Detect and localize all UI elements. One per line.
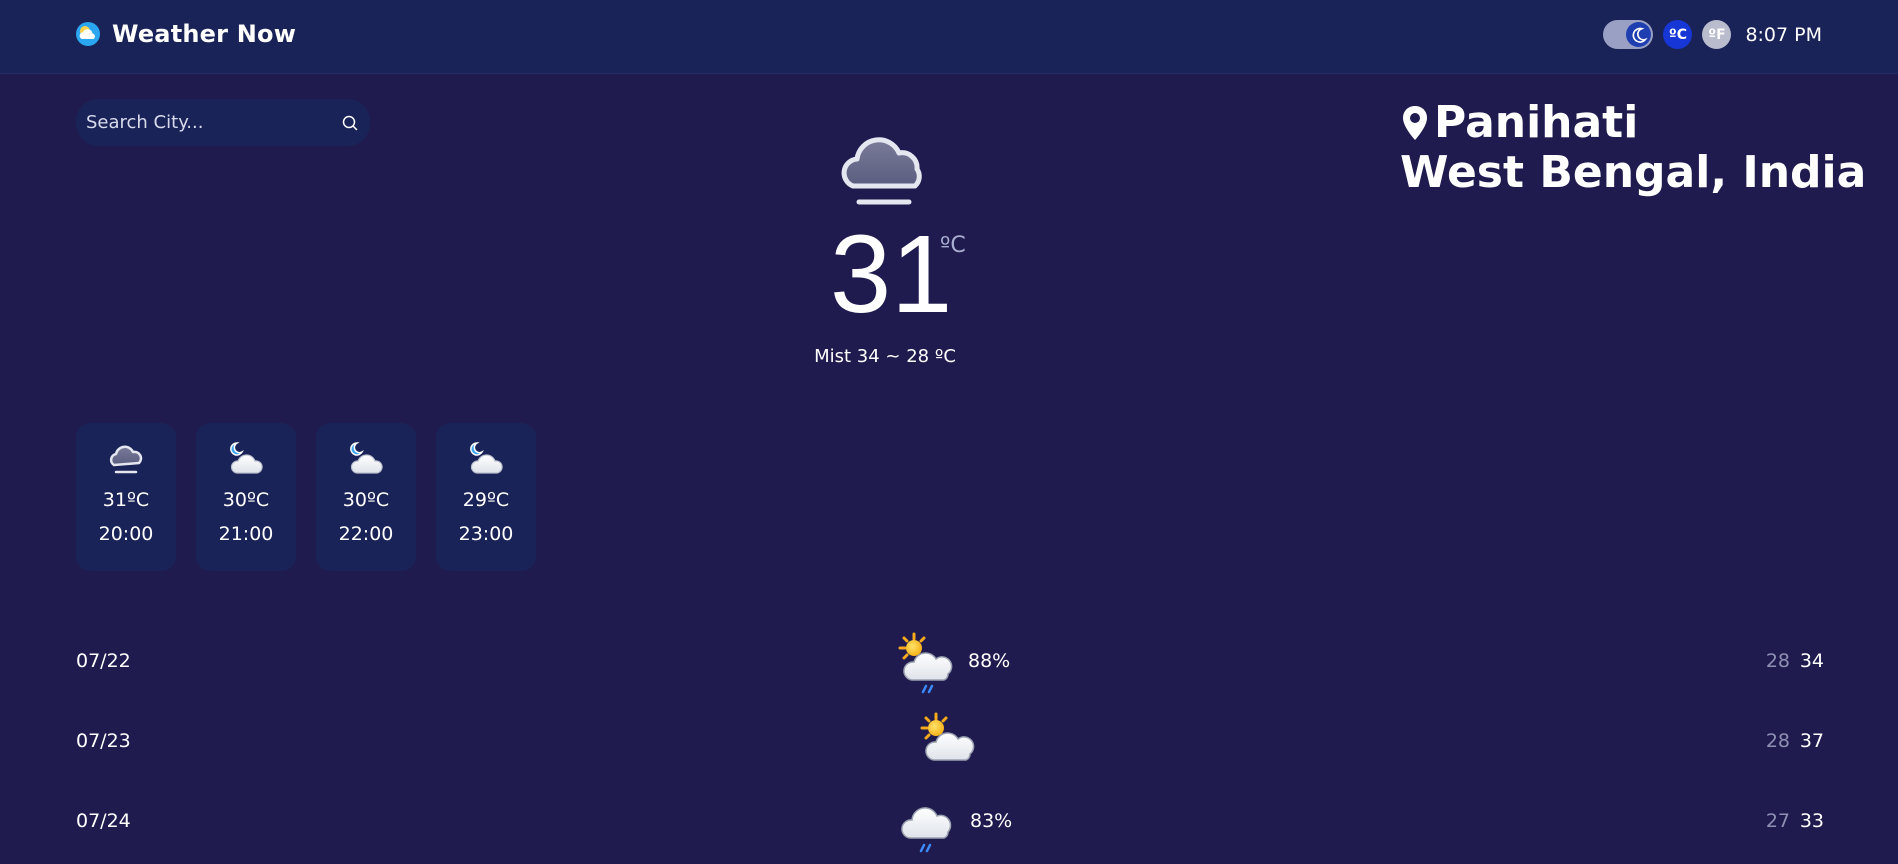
sun-cloud-icon <box>920 712 975 761</box>
moon-cloud-icon <box>350 442 383 474</box>
celsius-button[interactable]: ºC <box>1663 20 1693 49</box>
hourly-temp: 30ºC <box>342 489 390 511</box>
cloud-rain-icon <box>901 807 952 853</box>
temperature-unit: ºC <box>940 233 966 258</box>
daily-precip: 83% <box>970 810 1013 832</box>
daily-precip: 88% <box>968 650 1011 672</box>
current-temperature: 31 <box>830 213 953 336</box>
header-controls: ºC ºF 8:07 PM <box>1603 20 1822 49</box>
moon-cloud-icon <box>470 442 503 474</box>
location-city: Panihati <box>1434 97 1639 148</box>
search-input[interactable] <box>84 111 340 134</box>
hourly-time: 22:00 <box>338 523 394 545</box>
moon-cloud-icon <box>230 442 263 474</box>
hourly-time: 21:00 <box>218 523 274 545</box>
toggle-knob <box>1626 22 1652 47</box>
daily-high: 34 <box>1799 650 1824 672</box>
search-icon[interactable] <box>340 113 360 133</box>
daily-date: 07/23 <box>76 730 131 752</box>
hourly-temp: 29ºC <box>462 489 510 511</box>
current-weather: 31 ºC Mist 34 ~ 28 ºC <box>770 120 1000 367</box>
fog-cloud-icon <box>841 137 922 205</box>
daily-high: 33 <box>1799 810 1824 832</box>
sun-cloud-rain-icon <box>898 632 953 694</box>
daily-high: 37 <box>1799 730 1824 752</box>
fog-cloud-icon <box>109 445 143 474</box>
daily-low: 27 <box>1765 810 1790 832</box>
daily-low: 28 <box>1765 650 1790 672</box>
location: Panihati West Bengal, India <box>1400 98 1866 198</box>
hourly-time: 20:00 <box>98 523 154 545</box>
theme-toggle[interactable] <box>1603 20 1654 49</box>
fahrenheit-button[interactable]: ºF <box>1702 20 1732 49</box>
hourly-card[interactable]: 29ºC 23:00 <box>436 423 536 571</box>
cloud-logo-icon <box>76 22 100 46</box>
search-box <box>76 99 370 146</box>
daily-row[interactable]: 07/23 28 37 <box>76 702 1824 782</box>
current-summary: Mist 34 ~ 28 ºC <box>814 346 956 367</box>
hourly-temp: 30ºC <box>222 489 270 511</box>
daily-low: 28 <box>1765 730 1790 752</box>
app-title: Weather Now <box>112 20 297 48</box>
daily-date: 07/22 <box>76 650 131 672</box>
brand[interactable]: Weather Now <box>76 20 296 48</box>
daily-date: 07/24 <box>76 810 131 832</box>
hourly-card[interactable]: 30ºC 22:00 <box>316 423 416 571</box>
current-time: 8:07 PM <box>1745 23 1822 46</box>
daily-forecast: 07/22 88% 28 34 07/23 28 37 07/24 83% 27… <box>76 622 1824 862</box>
location-region: West Bengal, India <box>1400 147 1867 198</box>
daily-row[interactable]: 07/24 83% 27 33 <box>76 782 1824 862</box>
hourly-temp: 31ºC <box>102 489 150 511</box>
temp-group: 31 ºC <box>830 213 966 336</box>
daily-row[interactable]: 07/22 88% 28 34 <box>76 622 1824 702</box>
map-pin-icon <box>1403 106 1427 140</box>
hourly-time: 23:00 <box>458 523 514 545</box>
hourly-forecast: 31ºC 20:00 30ºC 21:00 30ºC 22:00 29ºC 23… <box>76 423 536 571</box>
hourly-card[interactable]: 30ºC 21:00 <box>196 423 296 571</box>
top-bar: Weather Now ºC ºF 8:07 PM <box>0 0 1898 74</box>
hourly-card[interactable]: 31ºC 20:00 <box>76 423 176 571</box>
moon-icon <box>1632 27 1648 43</box>
